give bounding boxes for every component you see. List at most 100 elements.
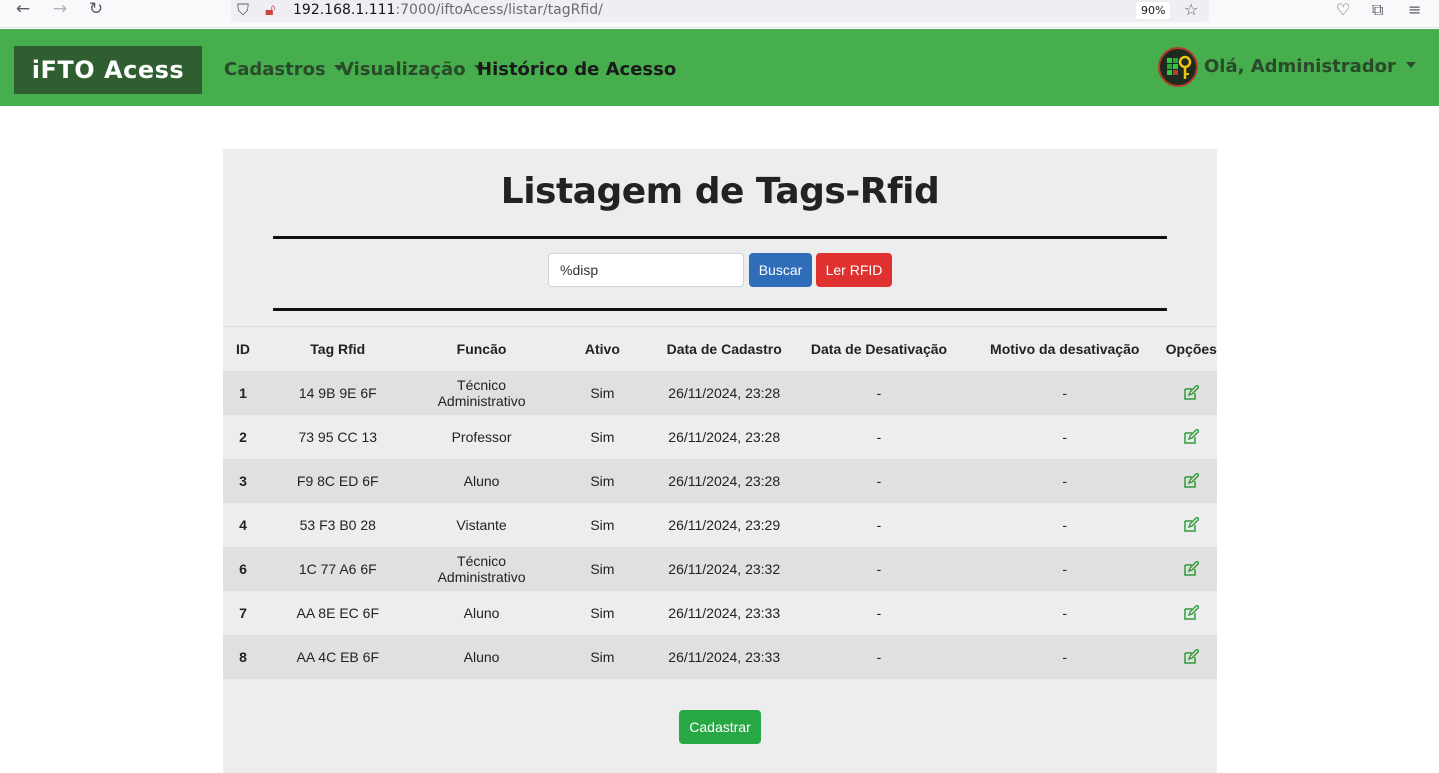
cell-tag: AA 8E EC 6F bbox=[296, 604, 379, 621]
cell-tag: 73 95 CC 13 bbox=[298, 428, 378, 445]
cell-cadastro: 26/11/2024, 23:28 bbox=[668, 384, 781, 401]
cell-id: 8 bbox=[239, 648, 247, 665]
edit-icon[interactable] bbox=[1183, 604, 1200, 620]
table-row: 6 1C 77 A6 6F Técnico Administrativo Sim 26/… bbox=[223, 546, 1217, 591]
cell-funcao: Aluno bbox=[463, 648, 500, 665]
cell-funcao: Professor bbox=[451, 428, 512, 445]
table-row: 4 53 F3 B0 28 Vistante Sim 26/11/2024, 23:29… bbox=[223, 502, 1217, 547]
column-header: Data de Cadastro bbox=[666, 340, 782, 357]
cell-options bbox=[1166, 591, 1217, 635]
cell-options bbox=[1166, 547, 1217, 591]
cell-desativacao: - bbox=[876, 428, 882, 445]
cell-ativo: Sim bbox=[590, 648, 615, 665]
cell-options bbox=[1166, 459, 1217, 503]
column-header: Ativo bbox=[584, 340, 620, 357]
search-input[interactable] bbox=[548, 253, 744, 287]
browser-toolbar: ← → ↻ ⛉ 🔓︎ 192.168.1.111:7000/iftoAcess/… bbox=[0, 0, 1439, 28]
nav-visualizacao[interactable]: Visualização bbox=[340, 59, 484, 80]
cell-options bbox=[1166, 635, 1217, 679]
cell-ativo: Sim bbox=[590, 384, 615, 401]
edit-icon[interactable] bbox=[1183, 384, 1200, 400]
star-icon[interactable]: ☆ bbox=[1184, 0, 1198, 19]
pocket-icon[interactable]: ♡ bbox=[1336, 0, 1350, 19]
edit-icon[interactable] bbox=[1183, 428, 1200, 444]
cell-funcao: Técnico Administrativo bbox=[437, 552, 526, 585]
search-button[interactable]: Buscar bbox=[749, 253, 812, 287]
table-header-row: ID Tag Rfid Funcão Ativo Data de Cadastr… bbox=[223, 326, 1217, 371]
cell-desativacao: - bbox=[876, 472, 882, 489]
table-row: 1 14 9B 9E 6F Técnico Administrativo Sim 26/… bbox=[223, 370, 1217, 415]
nav-cadastros[interactable]: Cadastros bbox=[224, 59, 344, 80]
cell-id: 4 bbox=[239, 516, 247, 533]
cell-tag: F9 8C ED 6F bbox=[296, 472, 379, 489]
user-menu[interactable]: Olá, Administrador bbox=[1204, 56, 1416, 77]
divider bbox=[273, 236, 1167, 239]
cell-desativacao: - bbox=[876, 604, 882, 621]
cell-cadastro: 26/11/2024, 23:32 bbox=[668, 560, 781, 577]
read-rfid-button[interactable]: Ler RFID bbox=[816, 253, 892, 287]
reload-icon[interactable]: ↻ bbox=[84, 0, 108, 20]
table-row: 3 F9 8C ED 6F Aluno Sim 26/11/2024, 23:28 - - bbox=[223, 458, 1217, 503]
tags-table: ID Tag Rfid Funcão Ativo Data de Cadastr… bbox=[223, 326, 1217, 679]
chevron-down-icon bbox=[1405, 62, 1416, 68]
cell-cadastro: 26/11/2024, 23:33 bbox=[668, 604, 781, 621]
cell-ativo: Sim bbox=[590, 428, 615, 445]
cell-ativo: Sim bbox=[590, 560, 615, 577]
column-header: ID bbox=[235, 340, 250, 357]
tags-list-card: Listagem de Tags-Rfid Buscar Ler RFID ID… bbox=[223, 149, 1217, 773]
cell-ativo: Sim bbox=[590, 516, 615, 533]
page-title: Listagem de Tags-Rfid bbox=[500, 171, 940, 212]
divider bbox=[273, 308, 1167, 311]
cell-desativacao: - bbox=[876, 560, 882, 577]
cell-desativacao: - bbox=[876, 648, 882, 665]
url-bar[interactable]: ⛉ 🔓︎ 192.168.1.111:7000/iftoAcess/listar… bbox=[231, 0, 1209, 22]
create-button[interactable]: Cadastrar bbox=[679, 710, 761, 744]
column-header: Data de Desativação bbox=[810, 340, 948, 357]
column-header: Funcão bbox=[456, 340, 507, 357]
back-arrow-icon[interactable]: ← bbox=[11, 0, 35, 20]
cell-motivo: - bbox=[1062, 428, 1068, 445]
cell-funcao: Aluno bbox=[463, 604, 500, 621]
zoom-badge[interactable]: 90% bbox=[1136, 2, 1171, 19]
cell-funcao: Técnico Administrativo bbox=[437, 376, 526, 409]
edit-icon[interactable] bbox=[1183, 472, 1200, 488]
cell-cadastro: 26/11/2024, 23:28 bbox=[668, 428, 781, 445]
menu-icon[interactable]: ≡ bbox=[1408, 0, 1421, 19]
cell-id: 3 bbox=[239, 472, 247, 489]
cell-tag: 14 9B 9E 6F bbox=[298, 384, 377, 401]
cell-id: 1 bbox=[239, 384, 247, 401]
cell-options bbox=[1166, 415, 1217, 459]
cell-cadastro: 26/11/2024, 23:29 bbox=[668, 516, 781, 533]
cell-id: 6 bbox=[239, 560, 247, 577]
cell-motivo: - bbox=[1062, 384, 1068, 401]
table-row: 2 73 95 CC 13 Professor Sim 26/11/2024, 23:2… bbox=[223, 414, 1217, 459]
cell-cadastro: 26/11/2024, 23:28 bbox=[668, 472, 781, 489]
brand-logo[interactable]: iFTO Acess bbox=[14, 46, 202, 94]
cell-cadastro: 26/11/2024, 23:33 bbox=[668, 648, 781, 665]
cell-desativacao: - bbox=[876, 384, 882, 401]
cell-tag: AA 4C EB 6F bbox=[296, 648, 379, 665]
cell-tag: 1C 77 A6 6F bbox=[298, 560, 377, 577]
column-header: Opções bbox=[1165, 340, 1217, 357]
cell-tag: 53 F3 B0 28 bbox=[299, 516, 376, 533]
cell-desativacao: - bbox=[876, 516, 882, 533]
lock-slash-icon[interactable]: 🔓︎ bbox=[265, 0, 275, 20]
cell-options bbox=[1166, 371, 1217, 415]
edit-icon[interactable] bbox=[1183, 516, 1200, 532]
key-grid-icon bbox=[1167, 55, 1192, 79]
cell-motivo: - bbox=[1062, 472, 1068, 489]
edit-icon[interactable] bbox=[1183, 648, 1200, 664]
table-row: 7 AA 8E EC 6F Aluno Sim 26/11/2024, 23:33 - - bbox=[223, 590, 1217, 635]
forward-arrow-icon[interactable]: → bbox=[48, 0, 72, 20]
cell-funcao: Aluno bbox=[463, 472, 500, 489]
cell-id: 7 bbox=[239, 604, 247, 621]
extensions-icon[interactable]: ⧉ bbox=[1372, 0, 1383, 20]
avatar[interactable] bbox=[1158, 47, 1198, 87]
table-row: 8 AA 4C EB 6F Aluno Sim 26/11/2024, 23:33 - - bbox=[223, 634, 1217, 679]
edit-icon[interactable] bbox=[1183, 560, 1200, 576]
cell-motivo: - bbox=[1062, 648, 1068, 665]
url-text[interactable]: 192.168.1.111:7000/iftoAcess/listar/tagR… bbox=[293, 2, 603, 18]
nav-historico-acesso[interactable]: Histórico de Acesso bbox=[477, 59, 676, 80]
shield-icon[interactable]: ⛉ bbox=[237, 0, 249, 20]
cell-motivo: - bbox=[1062, 604, 1068, 621]
